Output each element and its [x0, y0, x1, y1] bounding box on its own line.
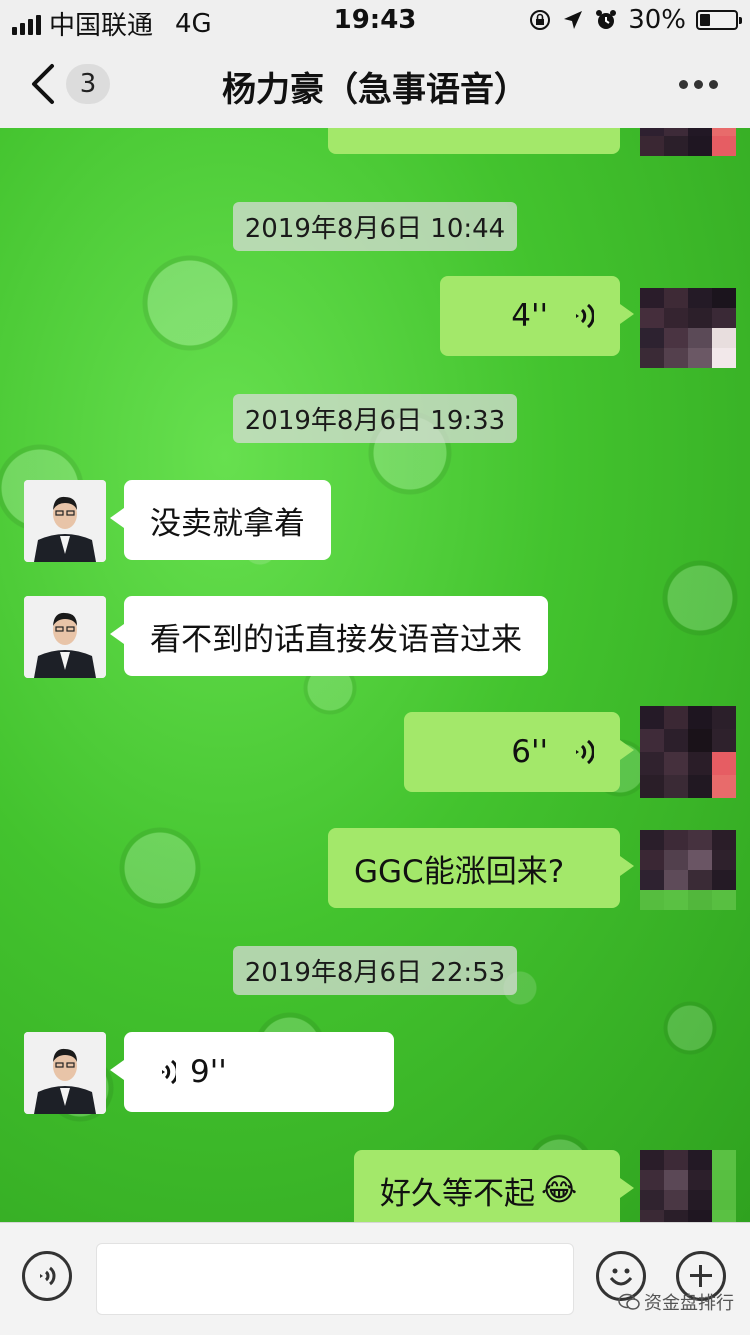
timestamp: 2019年8月6日 10:44: [0, 202, 750, 251]
timestamp-text: 2019年8月6日 19:33: [232, 394, 518, 443]
contact-avatar[interactable]: [24, 480, 106, 562]
battery-icon: [696, 10, 742, 30]
voice-duration: 9'': [190, 1054, 227, 1090]
message-list: 2019年8月6日 10:44 4'' 2019年8月6日 19:33 没卖就拿…: [0, 128, 750, 1222]
voice-mode-icon: [40, 1266, 56, 1286]
input-bar: 资金盘排行: [0, 1222, 750, 1335]
my-avatar[interactable]: [640, 288, 736, 368]
timestamp-text: 2019年8月6日 10:44: [232, 202, 518, 251]
chat-header: 3 杨力豪（急事语音）: [0, 40, 750, 129]
voice-wave-icon: [576, 739, 594, 765]
message-text: 看不到的话直接发语音过来: [150, 621, 522, 658]
watermark-text: 资金盘排行: [644, 1293, 734, 1314]
message-text: 没卖就拿着: [150, 505, 305, 542]
alarm-icon: [596, 10, 617, 29]
battery-percent: 30%: [628, 5, 686, 35]
more-dots-icon[interactable]: [679, 80, 718, 89]
watermark: 资金盘排行: [618, 1289, 734, 1315]
person-photo-icon: [24, 596, 106, 678]
status-right: 30%: [528, 5, 742, 35]
voice-wave-icon: [162, 1059, 176, 1085]
chat-title: 杨力豪（急事语音）: [222, 70, 528, 110]
battery-fill: [700, 14, 710, 26]
lock-rotation-icon: [530, 10, 551, 30]
voice-wave-icon: [576, 303, 594, 329]
location-arrow-icon: [564, 11, 583, 29]
person-photo-icon: [24, 1032, 106, 1114]
wechat-logo-icon: [618, 1293, 640, 1310]
voice-message-bubble[interactable]: 9'': [110, 1032, 394, 1112]
voice-mode-button[interactable]: [22, 1251, 72, 1301]
timestamp-text: 2019年8月6日 22:53: [232, 946, 518, 995]
voice-duration: 4'': [511, 298, 548, 334]
person-photo-icon: [24, 480, 106, 562]
text-message-bubble[interactable]: GGC能涨回来?: [328, 828, 634, 908]
voice-message-bubble[interactable]: 4'': [440, 276, 634, 356]
my-avatar[interactable]: [640, 830, 736, 910]
my-avatar[interactable]: [640, 706, 736, 798]
message-bubble-partial[interactable]: [328, 128, 620, 154]
message-input[interactable]: [96, 1243, 574, 1315]
message-text: GGC能涨回来?: [354, 853, 565, 890]
timestamp: 2019年8月6日 19:33: [0, 394, 750, 443]
contact-avatar[interactable]: [24, 1032, 106, 1114]
text-message-bubble[interactable]: 看不到的话直接发语音过来: [110, 596, 548, 676]
my-avatar[interactable]: [640, 128, 736, 156]
crying-laughing-emoji: 😂: [541, 1172, 578, 1208]
text-message-bubble[interactable]: 好久等不起 😂: [354, 1150, 634, 1222]
message-text: 好久等不起: [380, 1175, 535, 1212]
contact-avatar[interactable]: [24, 596, 106, 678]
text-message-bubble[interactable]: 没卖就拿着: [110, 480, 331, 560]
voice-message-bubble[interactable]: 6'': [404, 712, 634, 792]
voice-duration: 6'': [511, 734, 548, 770]
timestamp: 2019年8月6日 22:53: [0, 946, 750, 995]
status-bar: 中国联通 4G 19:43 30%: [0, 0, 750, 41]
my-avatar[interactable]: [640, 1150, 736, 1222]
